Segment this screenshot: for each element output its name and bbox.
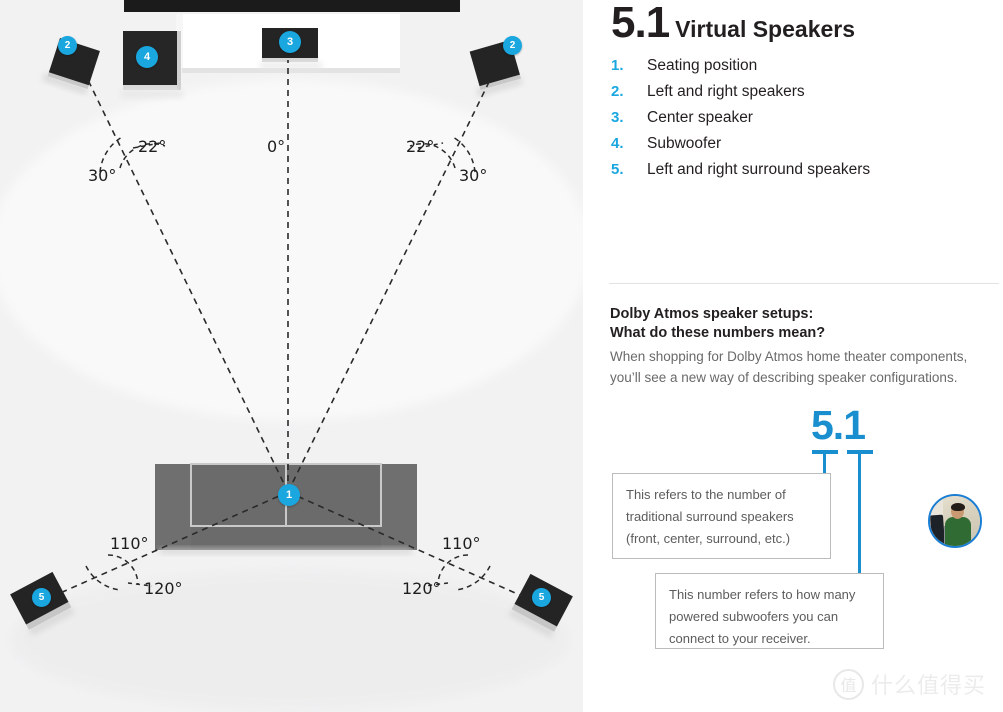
- angle-label-110-right: 110°: [442, 534, 481, 553]
- marker-badge-3-center[interactable]: 3: [279, 31, 301, 53]
- page-title-number: 5.1: [611, 0, 670, 47]
- watermark-text: 什么值得买: [871, 674, 987, 699]
- explainer-heading-line1: Dolby Atmos speaker setups:: [610, 306, 814, 322]
- watermark-logo-icon: 值: [833, 668, 864, 700]
- marker-badge-5-left[interactable]: 5: [32, 588, 51, 607]
- marker-badge-1-seating[interactable]: 1: [278, 484, 300, 506]
- room-layout-diagram: 2 4 3 2 1 5 5 22° 30° 0° 22° 30° 110° 12…: [0, 0, 583, 712]
- bracket-right-stem: [858, 450, 861, 576]
- watermark: 值 什么值得买: [833, 668, 986, 700]
- section-divider: [609, 283, 999, 284]
- legend-label: Subwoofer: [647, 135, 722, 152]
- marker-badge-5-right[interactable]: 5: [532, 588, 551, 607]
- angle-label-30-right: 30°: [459, 166, 488, 185]
- page-title: 5.1 Virtual Speakers: [611, 0, 855, 48]
- diagram-graphics: [0, 0, 583, 710]
- big-number-5-1: 5.1: [811, 402, 866, 448]
- page-title-text: Virtual Speakers: [675, 16, 856, 42]
- legend-number: 1.: [611, 57, 624, 74]
- list-item: 2. Left and right speakers: [611, 83, 981, 109]
- explainer-section: Dolby Atmos speaker setups: What do thes…: [610, 305, 1002, 388]
- callout-surround-speakers: This refers to the number of traditional…: [612, 473, 831, 559]
- avatar[interactable]: [928, 494, 982, 548]
- tv-screen: [124, 0, 460, 12]
- explainer-heading-line2: What do these numbers mean?: [610, 325, 826, 341]
- avatar-body: [945, 517, 971, 546]
- marker-badge-2-right[interactable]: 2: [503, 36, 522, 55]
- angle-label-0-center: 0°: [267, 137, 286, 156]
- list-item: 1. Seating position: [611, 57, 981, 83]
- list-item: 5. Left and right surround speakers: [611, 161, 981, 187]
- legend-label: Seating position: [647, 57, 758, 74]
- list-item: 4. Subwoofer: [611, 135, 981, 161]
- angle-label-120-left: 120°: [144, 579, 183, 598]
- avatar-hair: [950, 502, 965, 511]
- legend-list: 1. Seating position 2. Left and right sp…: [611, 57, 981, 187]
- angle-label-30-left: 30°: [88, 166, 117, 185]
- legend-number: 5.: [611, 161, 624, 178]
- angle-label-120-right: 120°: [402, 579, 441, 598]
- sofa: [155, 463, 417, 554]
- angle-label-22-right: 22°: [406, 137, 435, 156]
- callout-subwoofers: This number refers to how many powered s…: [655, 573, 884, 649]
- legend-number: 3.: [611, 109, 624, 126]
- explainer-body-line2: you’ll see a new way of describing speak…: [610, 370, 958, 385]
- angle-label-110-left: 110°: [110, 534, 149, 553]
- angle-label-22-left: 22°: [138, 137, 167, 156]
- legend-label: Left and right speakers: [647, 83, 805, 100]
- explainer-body-line1: When shopping for Dolby Atmos home theat…: [610, 349, 968, 364]
- legend-label: Center speaker: [647, 109, 753, 126]
- legend-number: 2.: [611, 83, 624, 100]
- legend-label: Left and right surround speakers: [647, 161, 871, 178]
- legend-number: 4.: [611, 135, 624, 152]
- marker-badge-2-left[interactable]: 2: [58, 36, 77, 55]
- list-item: 3. Center speaker: [611, 109, 981, 135]
- marker-badge-4-subwoofer[interactable]: 4: [136, 46, 158, 68]
- page-root: 2 4 3 2 1 5 5 22° 30° 0° 22° 30° 110° 12…: [0, 0, 1003, 712]
- avatar-monitor: [930, 514, 946, 546]
